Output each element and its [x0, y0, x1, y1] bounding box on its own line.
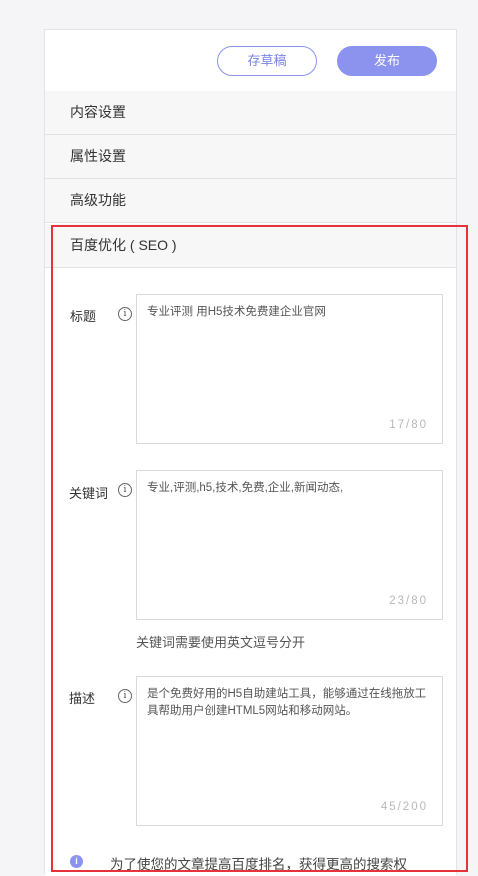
seo-description-input[interactable]: 是个免费好用的H5自助建站工具，能够通过在线拖放工具帮助用户创建HTML5网站和…: [136, 676, 443, 826]
seo-form: 标题 i 专业评测 用H5技术免费建企业官网 17/80 关键词 i 专业,评测…: [45, 268, 456, 876]
seo-tip-text: 为了使您的文章提高百度排名，获得更高的搜索权: [110, 857, 407, 872]
section-advanced-features[interactable]: 高级功能: [45, 179, 456, 223]
seo-description-label: 描述: [69, 691, 96, 706]
seo-keywords-count: 23/80: [389, 595, 428, 607]
tip-info-icon: i: [70, 855, 83, 868]
seo-description-count: 45/200: [380, 801, 428, 813]
seo-keywords-label: 关键词: [69, 486, 109, 501]
seo-keywords-input[interactable]: 专业,评测,h5,技术,免费,企业,新闻动态, 23/80: [136, 470, 443, 620]
save-draft-button[interactable]: 存草稿: [217, 46, 317, 76]
seo-title-value: 专业评测 用H5技术免费建企业官网: [147, 306, 326, 318]
seo-title-count: 17/80: [389, 419, 428, 431]
section-attribute-settings[interactable]: 属性设置: [45, 135, 456, 179]
seo-title-label: 标题: [70, 309, 97, 324]
section-seo[interactable]: 百度优化 ( SEO ): [45, 224, 456, 268]
info-icon[interactable]: i: [118, 307, 132, 321]
seo-title-input[interactable]: 专业评测 用H5技术免费建企业官网 17/80: [136, 294, 443, 444]
info-icon[interactable]: i: [118, 689, 132, 703]
section-content-settings[interactable]: 内容设置: [45, 91, 456, 135]
editor-settings-panel: 存草稿 发布 内容设置 属性设置 高级功能 百度优化 ( SEO ) 标题 i …: [44, 29, 457, 876]
info-icon[interactable]: i: [118, 483, 132, 497]
publish-button[interactable]: 发布: [337, 46, 437, 76]
action-toolbar: 存草稿 发布: [45, 30, 456, 92]
seo-keywords-value: 专业,评测,h5,技术,免费,企业,新闻动态,: [147, 482, 344, 494]
seo-keywords-hint: 关键词需要使用英文逗号分开: [136, 635, 306, 650]
seo-description-value: 是个免费好用的H5自助建站工具，能够通过在线拖放工具帮助用户创建HTML5网站和…: [147, 688, 427, 717]
